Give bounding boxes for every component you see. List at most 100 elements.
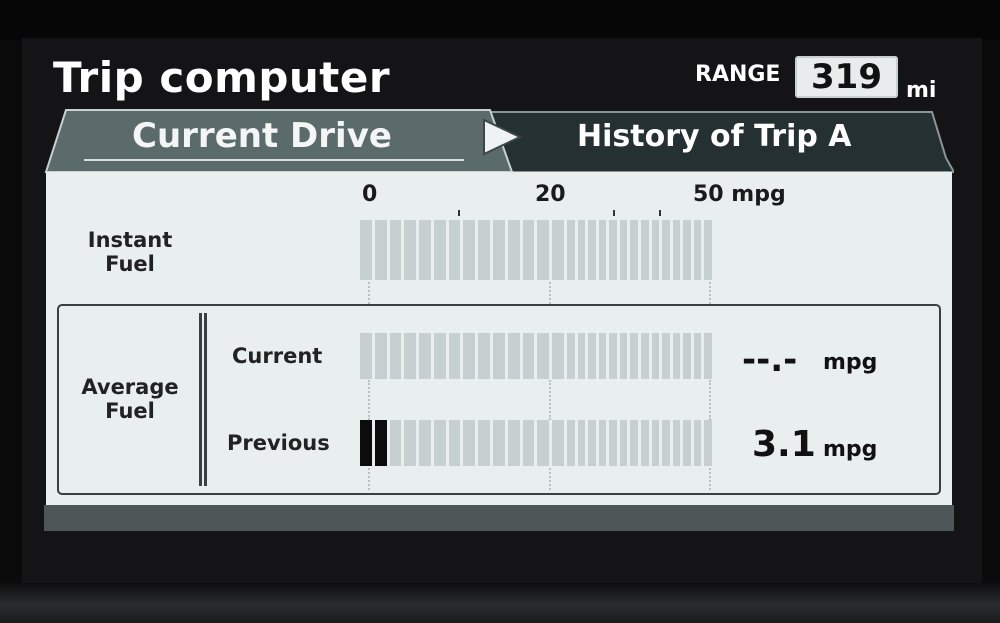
scale-tick bbox=[613, 210, 615, 216]
bar-segment bbox=[651, 220, 660, 280]
range-label: RANGE bbox=[695, 62, 781, 87]
bar-segment bbox=[588, 220, 596, 280]
bar-segment bbox=[683, 220, 691, 280]
bar-segment bbox=[448, 420, 461, 466]
bar-segment bbox=[588, 420, 596, 466]
bar-segment bbox=[619, 420, 628, 466]
bar-segment bbox=[577, 333, 586, 379]
instant-fuel-label-line2: Fuel bbox=[105, 252, 155, 276]
scale-label-0: 0 bbox=[362, 182, 378, 207]
bar-segment bbox=[683, 420, 691, 466]
bar-segment bbox=[609, 220, 617, 280]
bar-segment bbox=[507, 333, 520, 379]
bar-segment bbox=[404, 420, 417, 466]
current-fuel-unit: mpg bbox=[823, 350, 878, 375]
bar-segment bbox=[640, 220, 649, 280]
bar-segment bbox=[419, 333, 431, 379]
bar-segment bbox=[374, 420, 387, 466]
bar-segment bbox=[577, 220, 586, 280]
page-title: Trip computer bbox=[53, 53, 391, 102]
gridline bbox=[709, 282, 711, 304]
bar-segment bbox=[419, 420, 431, 466]
bar-segment bbox=[448, 220, 461, 280]
tab-current-drive[interactable]: Current Drive bbox=[132, 116, 392, 156]
bar-segment bbox=[522, 420, 535, 466]
bar-segment bbox=[598, 220, 607, 280]
bar-segment bbox=[704, 420, 713, 466]
scale-label-20: 20 bbox=[535, 182, 566, 207]
bar-segment bbox=[463, 420, 476, 466]
bar-segment bbox=[704, 220, 713, 280]
bar-segment bbox=[672, 220, 681, 280]
bottom-bezel bbox=[0, 583, 1000, 623]
tab-history-of-trip-a[interactable]: History of Trip A bbox=[577, 119, 851, 154]
bar-segment bbox=[360, 333, 372, 379]
bar-segment bbox=[552, 420, 564, 466]
divider bbox=[204, 313, 207, 486]
bar-segment bbox=[537, 420, 550, 466]
bar-segment bbox=[537, 220, 550, 280]
previous-fuel-bar bbox=[360, 420, 715, 466]
bar-segment bbox=[552, 220, 564, 280]
scale-tick bbox=[458, 210, 460, 216]
bar-segment bbox=[609, 333, 617, 379]
bar-segment bbox=[478, 420, 491, 466]
bar-segment bbox=[566, 420, 575, 466]
divider bbox=[199, 313, 202, 486]
bar-segment bbox=[630, 333, 638, 379]
play-arrow-icon[interactable] bbox=[478, 117, 524, 157]
range-unit: mi bbox=[906, 78, 937, 103]
bar-segment bbox=[577, 420, 586, 466]
gridline bbox=[368, 282, 370, 304]
previous-label: Previous bbox=[227, 431, 330, 455]
bar-segment bbox=[448, 333, 461, 379]
bar-segment bbox=[389, 220, 402, 280]
bar-segment bbox=[463, 220, 476, 280]
scale-tick bbox=[659, 210, 661, 216]
bar-segment bbox=[693, 220, 702, 280]
bar-segment bbox=[672, 420, 681, 466]
bar-segment bbox=[651, 420, 660, 466]
bar-segment bbox=[609, 420, 617, 466]
bar-segment bbox=[693, 420, 702, 466]
bar-segment bbox=[672, 333, 681, 379]
instant-fuel-label-line1: Instant bbox=[87, 228, 173, 252]
bar-segment bbox=[522, 333, 535, 379]
bar-segment bbox=[598, 333, 607, 379]
gridline bbox=[549, 282, 551, 304]
current-label: Current bbox=[232, 344, 323, 368]
bar-segment bbox=[693, 333, 702, 379]
bar-segment bbox=[630, 220, 638, 280]
bar-segment bbox=[433, 333, 446, 379]
bar-segment bbox=[640, 420, 649, 466]
bar-segment bbox=[374, 333, 387, 379]
bar-segment bbox=[651, 333, 660, 379]
bar-segment bbox=[374, 220, 387, 280]
scale-label-50: 50 mpg bbox=[693, 182, 786, 207]
bar-segment bbox=[630, 420, 638, 466]
bar-segment bbox=[389, 420, 402, 466]
bar-segment bbox=[588, 333, 596, 379]
bar-segment bbox=[404, 333, 417, 379]
bar-segment bbox=[683, 333, 691, 379]
bar-segment bbox=[478, 333, 491, 379]
previous-fuel-value: 3.1 bbox=[752, 424, 816, 465]
average-fuel-label-line1: Average bbox=[81, 375, 179, 399]
bar-segment bbox=[566, 333, 575, 379]
bar-segment bbox=[552, 333, 564, 379]
bar-segment bbox=[566, 220, 575, 280]
bar-segment bbox=[507, 420, 520, 466]
bar-segment bbox=[433, 420, 446, 466]
bar-segment bbox=[598, 420, 607, 466]
top-bezel bbox=[0, 0, 1000, 40]
bar-segment bbox=[478, 220, 491, 280]
current-fuel-value: --.- bbox=[742, 340, 798, 380]
average-fuel-label: Average Fuel bbox=[70, 375, 190, 423]
current-fuel-bar bbox=[360, 333, 715, 379]
bar-segment bbox=[463, 333, 476, 379]
bar-segment bbox=[360, 420, 372, 466]
bar-segment bbox=[619, 333, 628, 379]
bar-segment bbox=[704, 333, 713, 379]
bar-segment bbox=[493, 220, 505, 280]
bar-segment bbox=[493, 420, 505, 466]
